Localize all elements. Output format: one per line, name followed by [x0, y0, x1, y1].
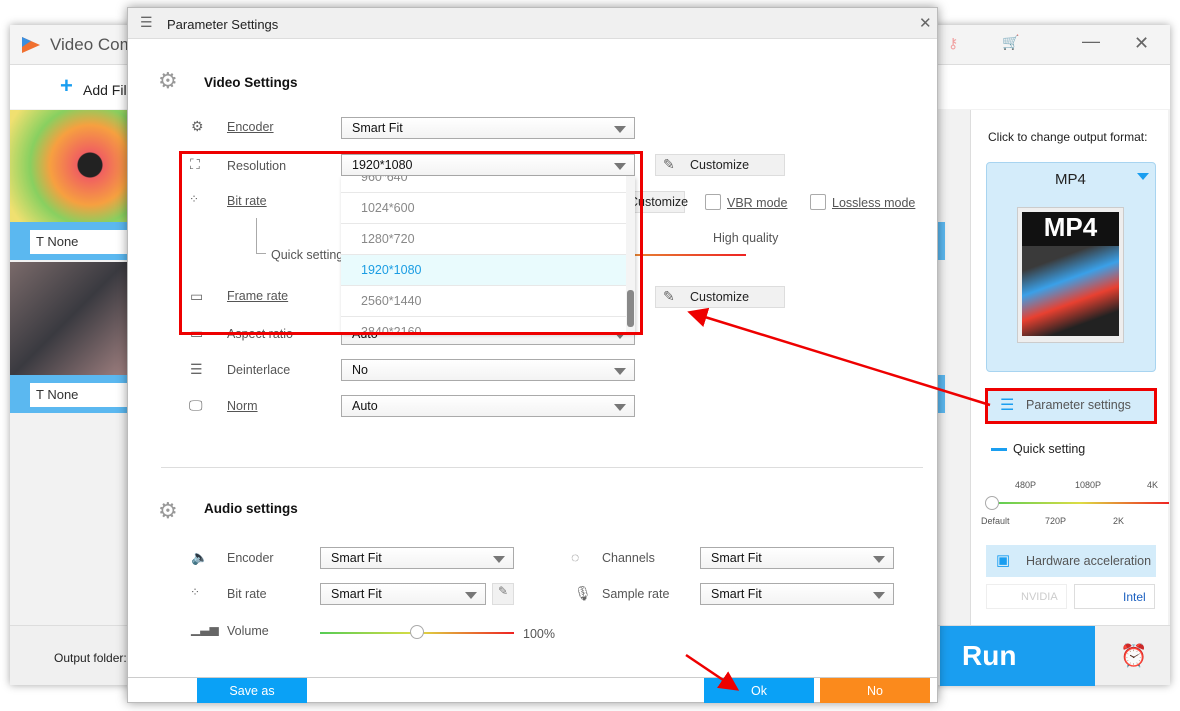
arrow-to-ok — [685, 653, 740, 691]
annotation-arrows — [685, 307, 991, 691]
arrow-to-resolution — [687, 307, 991, 407]
